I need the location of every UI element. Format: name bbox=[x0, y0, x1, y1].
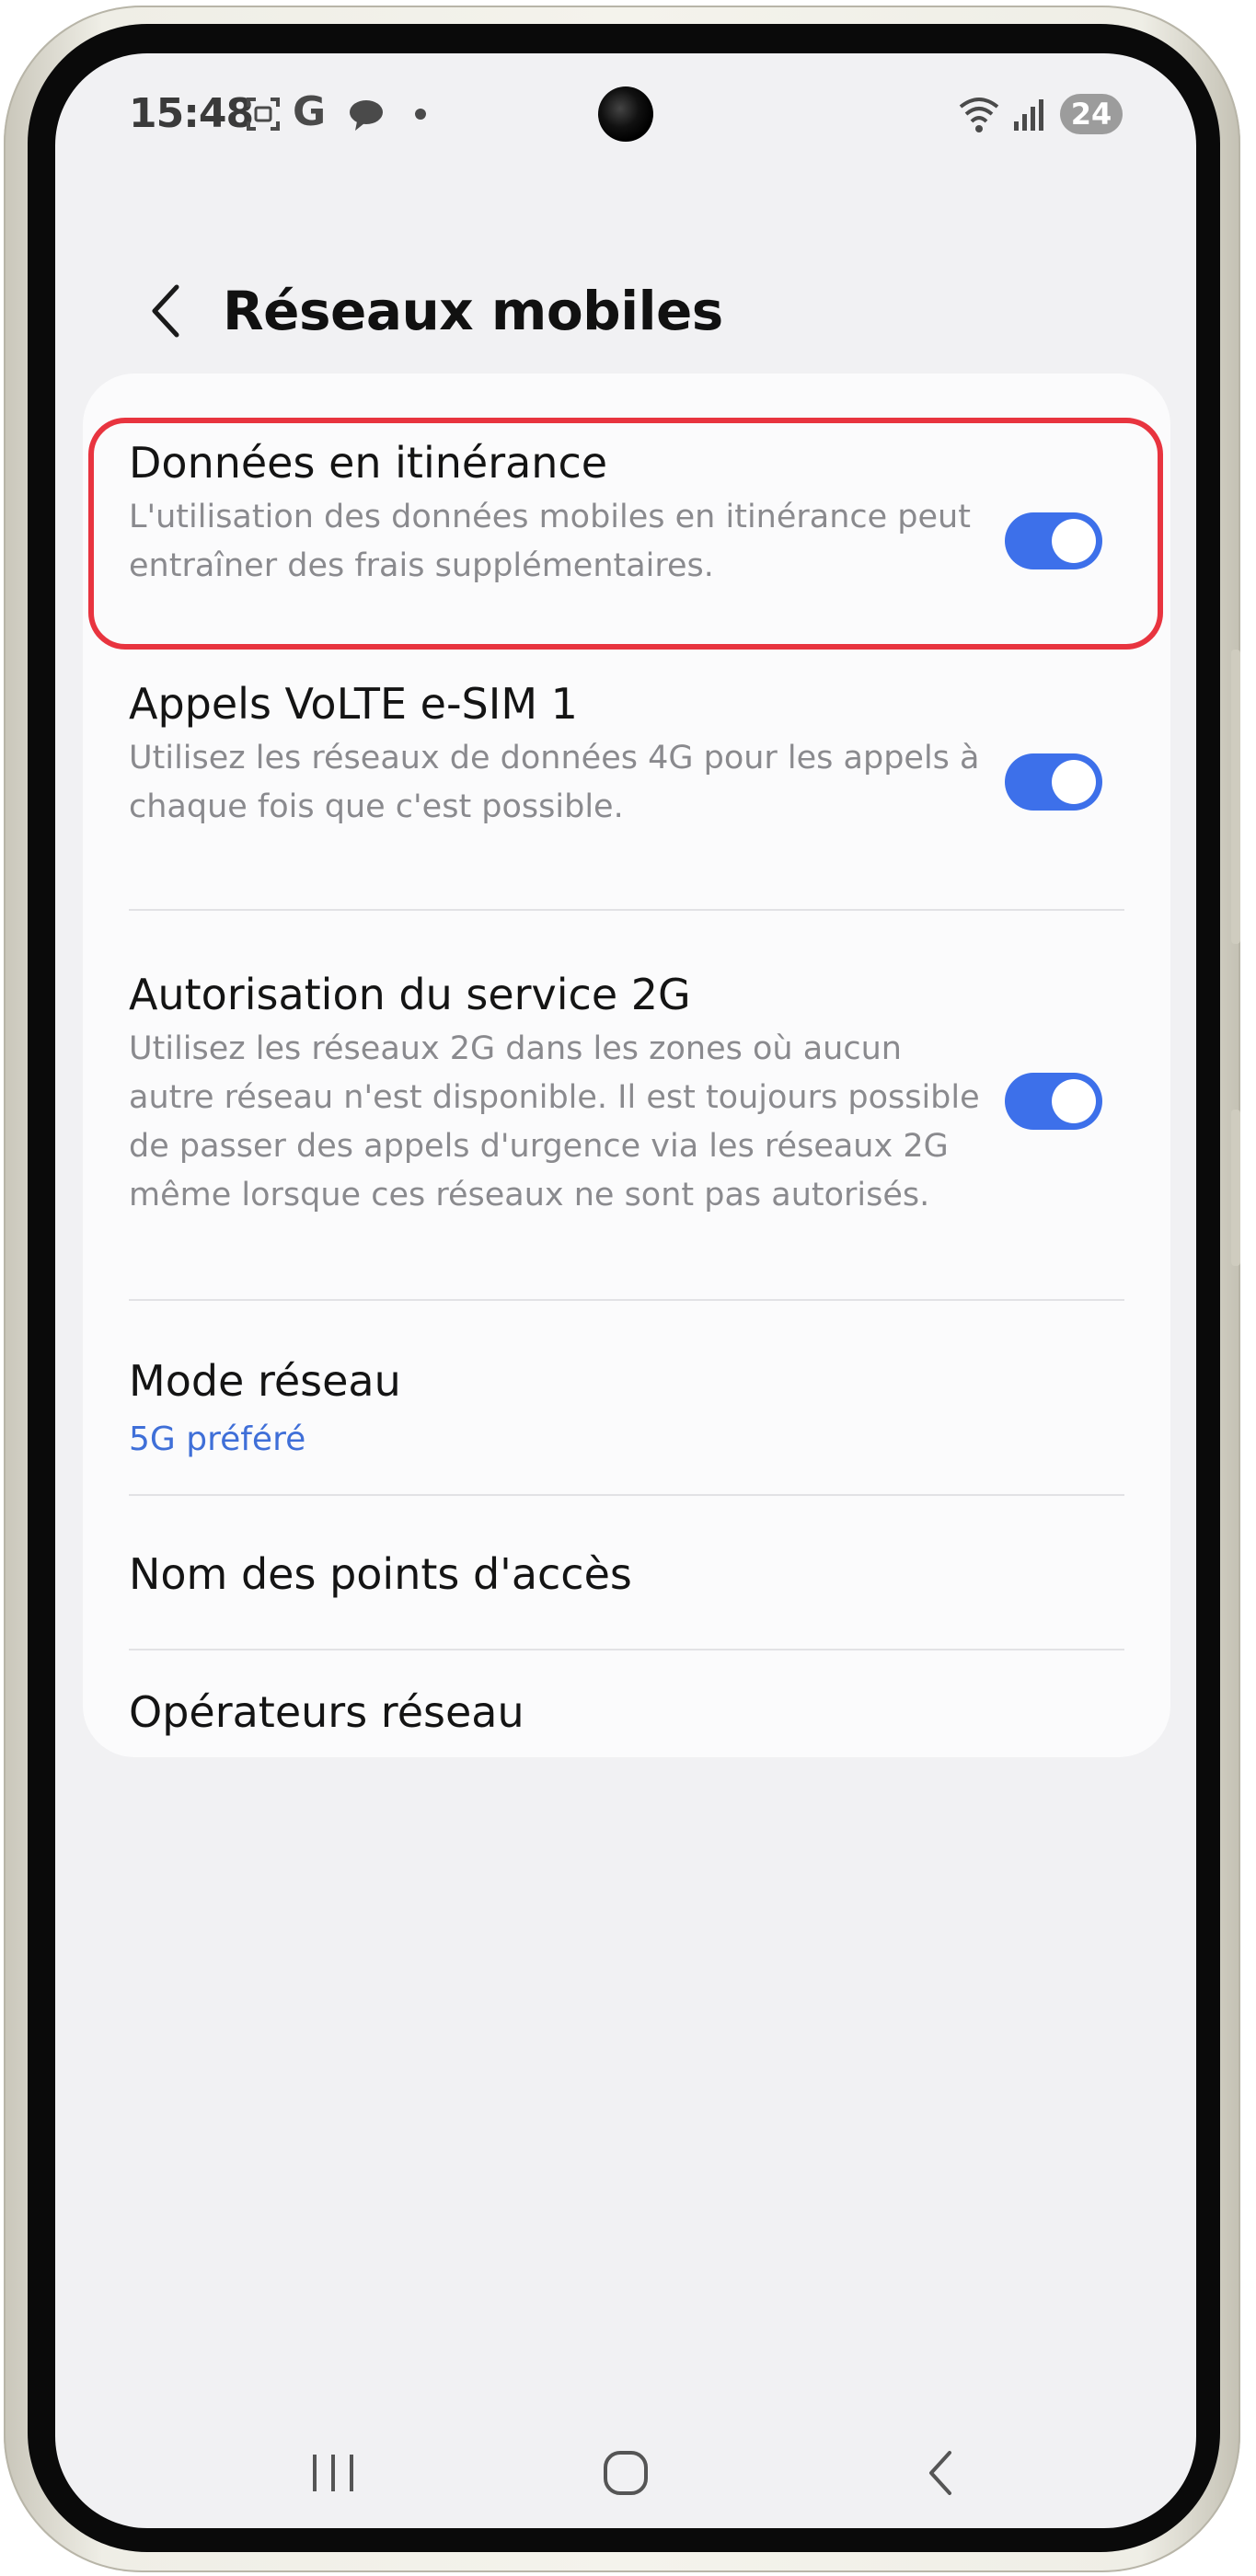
setting-title: Appels VoLTE e-SIM 1 bbox=[129, 679, 578, 729]
setting-row-apn[interactable]: Nom des points d'accès bbox=[83, 1496, 1170, 1650]
google-icon: G bbox=[293, 88, 327, 135]
setting-title: Opérateurs réseau bbox=[129, 1687, 524, 1737]
setting-row-2g[interactable]: Autorisation du service 2G Utilisez les … bbox=[83, 911, 1170, 1299]
screenshot-icon bbox=[245, 96, 282, 136]
recent-apps-icon bbox=[313, 2455, 353, 2491]
setting-title: Autorisation du service 2G bbox=[129, 970, 691, 1019]
home-button[interactable] bbox=[589, 2436, 663, 2510]
dot-icon bbox=[414, 107, 427, 124]
setting-row-network-mode[interactable]: Mode réseau 5G préféré bbox=[83, 1301, 1170, 1494]
status-bar: 15:48 G 24 bbox=[55, 53, 1196, 173]
page-title: Réseaux mobiles bbox=[223, 280, 723, 342]
setting-title: Mode réseau bbox=[129, 1356, 401, 1406]
setting-row-volte[interactable]: Appels VoLTE e-SIM 1 Utilisez les réseau… bbox=[83, 615, 1170, 856]
toggle-knob bbox=[1052, 760, 1096, 804]
front-camera bbox=[598, 86, 653, 142]
volte-toggle[interactable] bbox=[1005, 753, 1102, 811]
screen: 15:48 G 24 Réseaux mobiles Données en it… bbox=[55, 53, 1196, 2528]
nav-back-button[interactable] bbox=[904, 2436, 977, 2510]
chevron-left-icon bbox=[152, 284, 179, 338]
volume-button bbox=[1231, 650, 1240, 944]
signal-icon bbox=[1012, 96, 1049, 136]
app-header: Réseaux mobiles bbox=[55, 256, 1196, 366]
back-icon bbox=[929, 2451, 951, 2495]
recent-apps-button[interactable] bbox=[296, 2436, 370, 2510]
setting-title: Nom des points d'accès bbox=[129, 1549, 632, 1599]
phone-frame: 15:48 G 24 Réseaux mobiles Données en it… bbox=[4, 6, 1240, 2572]
highlight-annotation bbox=[88, 418, 1163, 650]
toggle-knob bbox=[1052, 1079, 1096, 1123]
power-button bbox=[1231, 1110, 1240, 1266]
setting-row-operators[interactable]: Opérateurs réseau bbox=[83, 1650, 1170, 1757]
setting-description: Utilisez les réseaux 2G dans les zones o… bbox=[129, 1030, 980, 1213]
wifi-call-icon bbox=[957, 94, 1001, 138]
battery-badge: 24 bbox=[1060, 94, 1123, 134]
back-button[interactable] bbox=[129, 274, 202, 348]
service-2g-toggle[interactable] bbox=[1005, 1073, 1102, 1130]
status-time: 15:48 bbox=[129, 90, 254, 137]
home-icon bbox=[604, 2451, 648, 2495]
chat-bubble-icon bbox=[348, 98, 385, 136]
setting-value: 5G préféré bbox=[129, 1420, 306, 1458]
setting-description: Utilisez les réseaux de données 4G pour … bbox=[129, 740, 980, 825]
navigation-bar bbox=[55, 2427, 1196, 2519]
